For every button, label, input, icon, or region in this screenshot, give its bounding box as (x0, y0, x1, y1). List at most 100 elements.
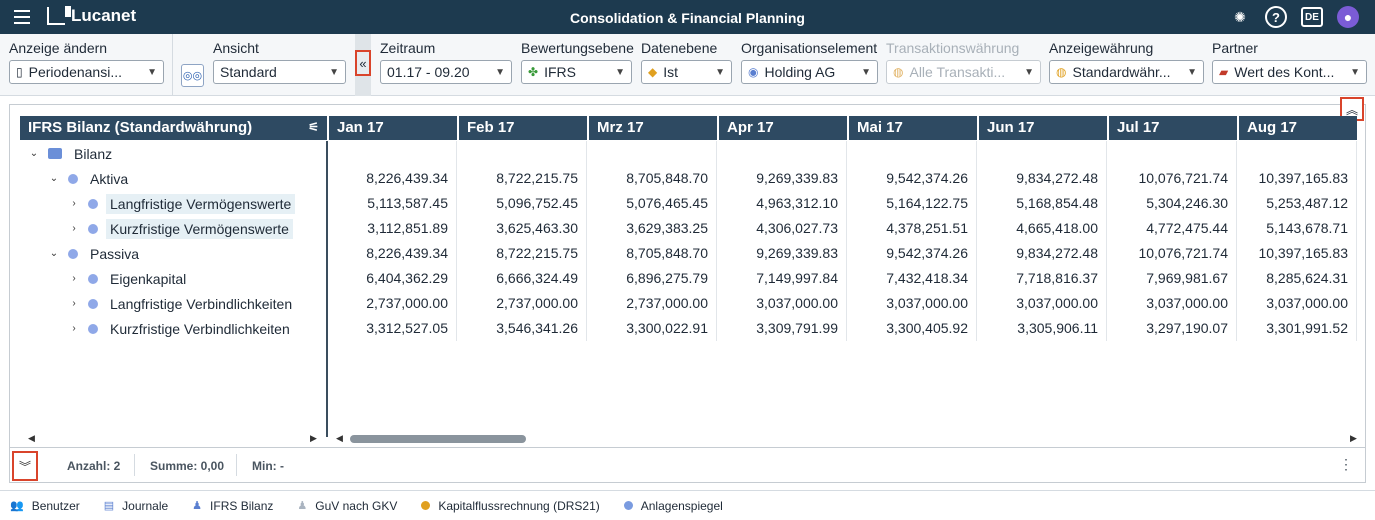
column-header[interactable]: Mrz 17 (587, 116, 717, 140)
value-cell[interactable]: 8,705,848.70 (587, 241, 717, 266)
chevron-right-icon[interactable]: › (68, 223, 80, 234)
expand-down-button[interactable]: ︾ (12, 451, 38, 481)
tab-anlagenspiegel[interactable]: Anlagenspiegel (623, 499, 723, 513)
value-cell[interactable]: 3,300,022.91 (587, 316, 717, 341)
chevron-right-icon[interactable]: › (68, 198, 80, 209)
value-cell[interactable]: 3,546,341.26 (457, 316, 587, 341)
value-cell[interactable]: 5,304,246.30 (1107, 191, 1237, 216)
value-cell[interactable]: 3,312,527.05 (327, 316, 457, 341)
value-cell[interactable]: 3,300,405.92 (847, 316, 977, 341)
bewertung-select[interactable]: ✤ IFRS ▼ (521, 60, 632, 84)
column-header[interactable]: Jun 17 (977, 116, 1107, 140)
tree-row-bilanz[interactable]: ⌄ Bilanz (20, 141, 325, 166)
value-cell[interactable]: 10,397,165.83 (1237, 241, 1357, 266)
scroll-left-icon[interactable]: ◀ (336, 433, 343, 444)
value-cell[interactable]: 2,737,000.00 (457, 291, 587, 316)
value-cell[interactable]: 3,037,000.00 (717, 291, 847, 316)
chevron-right-icon[interactable]: › (68, 323, 80, 334)
value-cell[interactable] (717, 141, 847, 166)
value-cell[interactable]: 8,722,215.75 (457, 166, 587, 191)
more-options-icon[interactable]: ⋮ (1339, 456, 1353, 473)
value-cell[interactable]: 10,397,165.83 (1237, 166, 1357, 191)
scroll-left-icon[interactable]: ◀ (28, 433, 35, 444)
value-cell[interactable]: 9,834,272.48 (977, 166, 1107, 191)
value-cell[interactable]: 8,285,624.31 (1237, 266, 1357, 291)
column-header[interactable]: Aug 17 (1237, 116, 1357, 140)
value-cell[interactable] (587, 141, 717, 166)
column-header[interactable]: Apr 17 (717, 116, 847, 140)
value-cell[interactable]: 9,269,339.83 (717, 166, 847, 191)
value-cell[interactable]: 5,076,465.45 (587, 191, 717, 216)
value-cell[interactable]: 5,253,487.12 (1237, 191, 1357, 216)
value-cell[interactable]: 3,037,000.00 (847, 291, 977, 316)
tree-row-aktiva[interactable]: ⌄ Aktiva (20, 166, 325, 191)
binoculars-icon[interactable]: ◎◎ (181, 64, 204, 87)
chevron-right-icon[interactable]: › (68, 298, 80, 309)
value-cell[interactable]: 3,625,463.30 (457, 216, 587, 241)
tree-row-kurzfristige-vermoegenswerte[interactable]: › Kurzfristige Vermögenswerte (20, 216, 325, 241)
chevron-down-icon[interactable]: ⌄ (28, 148, 40, 159)
value-cell[interactable]: 8,705,848.70 (587, 166, 717, 191)
value-cell[interactable]: 3,037,000.00 (1237, 291, 1357, 316)
tab-journale[interactable]: ▤ Journale (104, 499, 168, 513)
value-cell[interactable]: 3,629,383.25 (587, 216, 717, 241)
value-cell[interactable]: 5,143,678.71 (1237, 216, 1357, 241)
value-cell[interactable]: 4,772,475.44 (1107, 216, 1237, 241)
value-cell[interactable]: 4,963,312.10 (717, 191, 847, 216)
scroll-right-icon[interactable]: ▶ (1350, 433, 1357, 444)
value-cell[interactable] (977, 141, 1107, 166)
value-cell[interactable]: 8,226,439.34 (327, 241, 457, 266)
help-icon[interactable]: ? (1265, 6, 1287, 28)
value-cell[interactable]: 3,112,851.89 (327, 216, 457, 241)
horizontal-scrollbar-thumb[interactable] (350, 435, 526, 443)
value-cell[interactable]: 9,834,272.48 (977, 241, 1107, 266)
column-header[interactable]: Mai 17 (847, 116, 977, 140)
value-cell[interactable]: 6,896,275.79 (587, 266, 717, 291)
value-cell[interactable]: 7,718,816.37 (977, 266, 1107, 291)
tree-row-eigenkapital[interactable]: › Eigenkapital (20, 266, 325, 291)
value-cell[interactable]: 2,737,000.00 (587, 291, 717, 316)
value-cell[interactable]: 5,168,854.48 (977, 191, 1107, 216)
column-header[interactable]: Jan 17 (327, 116, 457, 140)
tab-guv[interactable]: ♟ GuV nach GKV (297, 499, 397, 513)
tree-row-langfristige-verbindlichkeiten[interactable]: › Langfristige Verbindlichkeiten (20, 291, 325, 316)
value-cell[interactable]: 10,076,721.74 (1107, 241, 1237, 266)
value-cell[interactable] (327, 141, 457, 166)
language-button[interactable]: DE (1301, 7, 1323, 27)
zeitraum-select[interactable]: 01.17 - 09.20 ▼ (380, 60, 512, 84)
value-cell[interactable]: 3,037,000.00 (977, 291, 1107, 316)
network-icon[interactable]: ✺ (1229, 6, 1251, 28)
orga-select[interactable]: ◉ Holding AG ▼ (741, 60, 878, 84)
value-cell[interactable]: 3,301,991.52 (1237, 316, 1357, 341)
tab-benutzer[interactable]: 👥 Benutzer (10, 499, 80, 513)
value-cell[interactable]: 4,665,418.00 (977, 216, 1107, 241)
value-cell[interactable]: 3,309,791.99 (717, 316, 847, 341)
value-cell[interactable] (457, 141, 587, 166)
value-cell[interactable]: 2,737,000.00 (327, 291, 457, 316)
chevron-down-icon[interactable]: ⌄ (48, 173, 60, 184)
chevron-down-icon[interactable]: ⌄ (48, 248, 60, 259)
tree-row-langfristige-vermoegenswerte[interactable]: › Langfristige Vermögenswerte (20, 191, 325, 216)
value-cell[interactable]: 9,542,374.26 (847, 241, 977, 266)
value-cell[interactable]: 8,722,215.75 (457, 241, 587, 266)
value-cell[interactable] (1237, 141, 1357, 166)
value-cell[interactable]: 6,404,362.29 (327, 266, 457, 291)
value-cell[interactable]: 9,269,339.83 (717, 241, 847, 266)
value-cell[interactable]: 8,226,439.34 (327, 166, 457, 191)
settings-sliders-icon[interactable]: ⚟ (308, 120, 319, 134)
anzeigewaehrung-select[interactable]: ◍ Standardwähr... ▼ (1049, 60, 1204, 84)
collapse-left-button[interactable]: « (355, 50, 371, 76)
tab-ifrs-bilanz[interactable]: ♟ IFRS Bilanz (192, 499, 273, 513)
value-cell[interactable]: 4,306,027.73 (717, 216, 847, 241)
column-header[interactable]: Jul 17 (1107, 116, 1237, 140)
ansicht-select[interactable]: Standard ▼ (213, 60, 346, 84)
scroll-right-icon[interactable]: ▶ (310, 433, 317, 444)
value-cell[interactable]: 3,305,906.11 (977, 316, 1107, 341)
column-header[interactable]: Feb 17 (457, 116, 587, 140)
tab-kapitalflussrechnung[interactable]: Kapitalflussrechnung (DRS21) (421, 499, 600, 513)
value-cell[interactable] (847, 141, 977, 166)
value-cell[interactable]: 5,113,587.45 (327, 191, 457, 216)
datenebene-select[interactable]: ◆ Ist ▼ (641, 60, 732, 84)
value-cell[interactable]: 4,378,251.51 (847, 216, 977, 241)
value-cell[interactable]: 6,666,324.49 (457, 266, 587, 291)
